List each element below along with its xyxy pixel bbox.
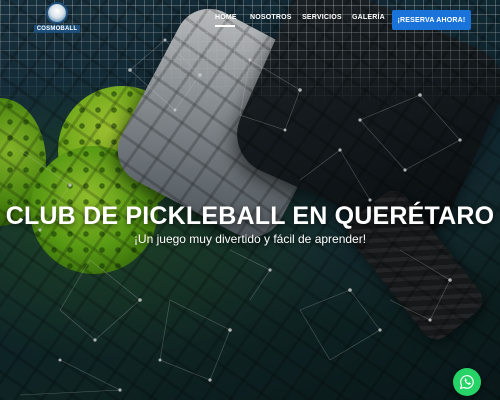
nav-item-home[interactable]: HOME (215, 14, 237, 21)
active-nav-indicator (215, 25, 235, 27)
hero-section (0, 0, 500, 400)
nav-item-servicios[interactable]: SERVICIOS (302, 14, 342, 21)
whatsapp-button[interactable] (453, 368, 481, 396)
whatsapp-icon (459, 375, 474, 390)
reserve-now-button[interactable]: ¡RESERVA AHORA! (392, 10, 471, 30)
hero-title: CLUB DE PICKLEBALL EN QUERÉTARO (5, 201, 495, 230)
hero-overlay (0, 0, 500, 400)
nav-item-galeria[interactable]: GALERÍA (352, 14, 385, 21)
hero-subtitle: ¡Un juego muy divertido y fácil de apren… (133, 232, 367, 246)
nav-item-nosotros[interactable]: NOSOTROS (250, 14, 292, 21)
